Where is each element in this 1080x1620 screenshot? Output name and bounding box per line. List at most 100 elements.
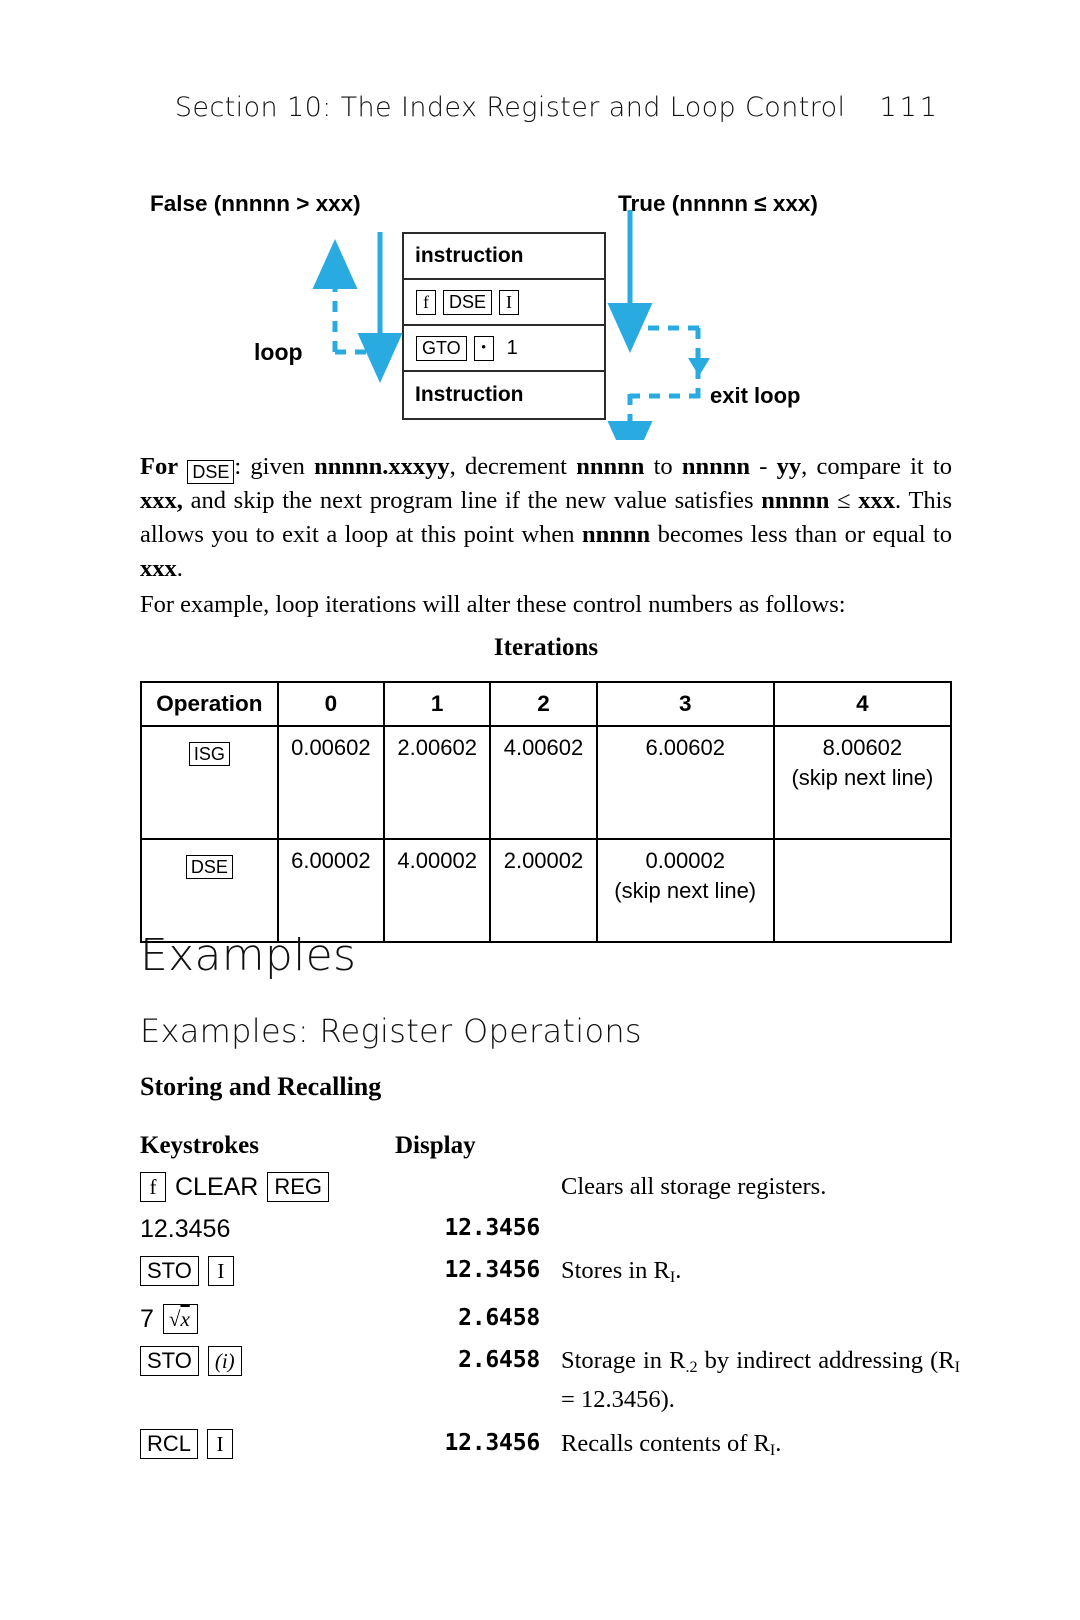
- heading-examples: Examples: [140, 930, 357, 981]
- loop-flow-diagram: False (nnnnn > xxx) True (nnnnn ≤ xxx) l…: [140, 180, 960, 440]
- cell-value: 4.00002: [397, 848, 477, 873]
- display-value: 2.6458: [458, 1305, 540, 1332]
- key-f[interactable]: f: [140, 1172, 166, 1202]
- display-value: [395, 1169, 540, 1173]
- dse-t3: to: [644, 453, 682, 480]
- list-item: 12.3456 12.3456: [140, 1211, 960, 1246]
- key-reg[interactable]: REG: [267, 1172, 330, 1202]
- cell-value: 6.00602: [645, 735, 725, 760]
- key-rcl[interactable]: RCL: [140, 1429, 199, 1460]
- cell-value: 0.00002: [645, 848, 725, 873]
- dse-b5: xxx,: [140, 487, 183, 514]
- key-i: I: [499, 289, 520, 315]
- col-iter-0: 0: [276, 681, 386, 727]
- dse-t4: -: [750, 453, 777, 480]
- subscript-i: I: [954, 1359, 960, 1377]
- key-clear-label: CLEAR: [175, 1172, 259, 1201]
- arrow-exit-mid-head: [688, 358, 710, 376]
- header-title: Section 10: The Index Register and Loop …: [174, 92, 846, 123]
- display-value: 12.3456: [444, 1215, 540, 1241]
- cell-operation-dse: DSE: [140, 838, 279, 943]
- table-row: ISG 0.00602 2.00602 4.00602 6.00602 8.00…: [140, 725, 953, 840]
- dse-t1: : given: [234, 453, 315, 480]
- diagram-label-exit-loop: exit loop: [710, 383, 801, 408]
- flow-row-instruction-bottom: Instruction: [415, 383, 524, 406]
- subscript-i: I: [669, 1269, 676, 1287]
- dse-b2: nnnnn: [576, 453, 645, 480]
- keystroke-sequence: 12.3456: [140, 1211, 395, 1246]
- dse-b6: nnnnn: [761, 487, 830, 514]
- cell-dse-4: [772, 838, 953, 943]
- dse-t7: ≤: [829, 487, 859, 514]
- program-listing-box: instruction f DSE I GTO • 1 Instruction: [402, 232, 606, 420]
- key-indirect-i[interactable]: (i): [207, 1346, 242, 1377]
- diagram-label-false: False (nnnnn > xxx): [150, 191, 361, 216]
- cell-isg-3: 6.00602: [595, 725, 775, 840]
- description: [540, 1211, 960, 1213]
- cell-isg-4: 8.00602 (skip next line): [772, 725, 953, 840]
- paragraph-dse-description: For DSE: given nnnnn.xxxyy, decrement nn…: [140, 450, 952, 586]
- subscript-i: I: [769, 1442, 776, 1460]
- key-gto: GTO: [416, 335, 467, 361]
- cell-isg-2: 4.00602: [489, 725, 598, 840]
- display-value: 2.6458: [458, 1347, 540, 1374]
- key-f: f: [416, 289, 436, 315]
- dse-b7: xxx: [858, 487, 896, 514]
- list-item: 7 √x 2.6458: [140, 1301, 960, 1336]
- diagram-label-true: True (nnnnn ≤ xxx): [618, 191, 818, 216]
- list-item: STO I 12.3456 Stores in RI.: [140, 1253, 960, 1294]
- cell-isg-0: 0.00602: [276, 725, 386, 840]
- cell-value: 4.00602: [503, 735, 584, 760]
- list-item: f CLEAR REG Clears all storage registers…: [140, 1169, 960, 1204]
- cell-operation-isg: ISG: [140, 725, 279, 840]
- key-sto[interactable]: STO: [140, 1346, 199, 1377]
- key-i[interactable]: I: [207, 1256, 234, 1286]
- dse-b8: nnnnn: [581, 521, 651, 548]
- description: Storage in R.2 by indirect addressing (R…: [561, 1347, 960, 1414]
- cell-value: 0.00602: [291, 735, 371, 760]
- col-operation: Operation: [140, 681, 279, 727]
- col-iter-4: 4: [772, 681, 953, 727]
- description: Clears all storage registers.: [561, 1173, 827, 1200]
- key-square-root-icon[interactable]: √x: [162, 1304, 198, 1335]
- dse-t5: , compare it to: [801, 453, 952, 480]
- cell-value: 2.00602: [397, 735, 477, 760]
- description: Stores in RI.: [561, 1257, 682, 1287]
- page-number: 111: [879, 92, 940, 123]
- keystrokes-header-row: Keystrokes Display: [140, 1132, 960, 1160]
- cell-dse-3: 0.00002 (skip next line): [595, 838, 775, 943]
- key-decimal-point: •: [473, 335, 494, 361]
- display-value: 12.3456: [444, 1430, 540, 1457]
- key-dse: DSE: [443, 289, 493, 315]
- dse-t6: and skip the next program line if the ne…: [182, 487, 762, 514]
- key-isg: ISG: [188, 742, 230, 766]
- col-iter-2: 2: [489, 681, 598, 727]
- description: Recalls contents of RI.: [561, 1430, 782, 1460]
- cell-note: (skip next line): [791, 765, 934, 790]
- keystroke-sequence: STO I: [140, 1253, 395, 1288]
- keystrokes-table: Keystrokes Display f CLEAR REG Clears al…: [140, 1132, 960, 1474]
- key-sto[interactable]: STO: [140, 1256, 199, 1286]
- key-number-entry: 12.3456: [140, 1214, 231, 1243]
- description: [540, 1301, 960, 1303]
- heading-examples-register-operations: Examples: Register Operations: [140, 1012, 642, 1050]
- flow-row-dse-keys: f DSE I: [404, 280, 604, 326]
- dse-b4: yy: [776, 453, 802, 480]
- key-dse-row: DSE: [185, 855, 233, 879]
- key-dse-inline: DSE: [187, 460, 235, 484]
- page-header: Section 10: The Index Register and Loop …: [140, 92, 940, 123]
- cell-dse-1: 4.00002: [383, 838, 492, 943]
- dse-b3: nnnnn: [681, 453, 751, 480]
- diagram-label-loop: loop: [254, 339, 303, 365]
- table-header-row: Operation 0 1 2 3 4: [140, 681, 953, 727]
- dse-b1: nnnnn.xxxyy: [314, 453, 450, 480]
- dse-para-lead: For: [140, 453, 179, 480]
- key-number-7: 7: [140, 1304, 154, 1333]
- gto-target-label: 1: [506, 336, 518, 359]
- iterations-table-title: Iterations: [493, 634, 599, 661]
- key-i[interactable]: I: [207, 1429, 234, 1460]
- keystroke-sequence: f CLEAR REG: [140, 1169, 395, 1204]
- iterations-table: Operation 0 1 2 3 4 ISG 0.00602 2.00602: [140, 681, 953, 943]
- col-keystrokes: Keystrokes: [140, 1132, 259, 1159]
- paragraph-example-intro: For example, loop iterations will alter …: [140, 591, 846, 618]
